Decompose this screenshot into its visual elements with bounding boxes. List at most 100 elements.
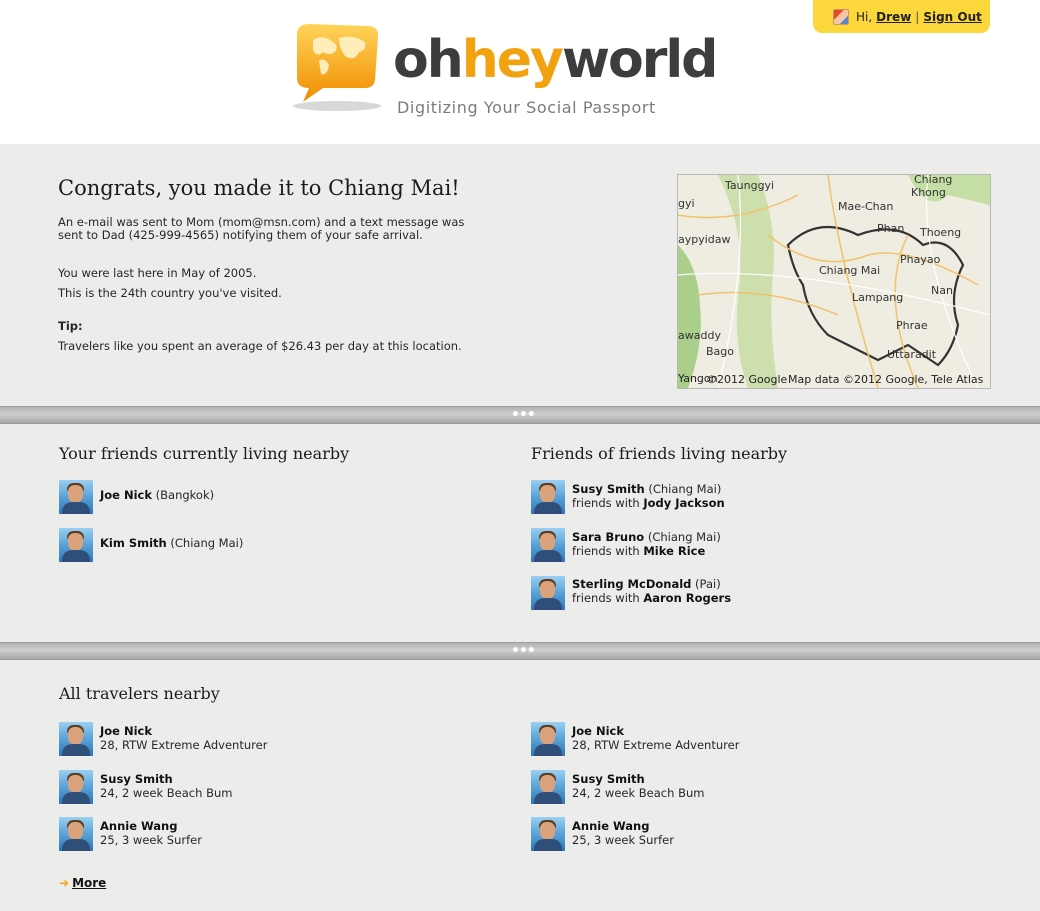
user-bar-separator: | [915,9,920,24]
friend-item[interactable]: Kim Smith (Chiang Mai) [59,528,459,562]
traveler-item[interactable]: Joe Nick 28, RTW Extreme Adventurer [59,722,459,756]
map-copyright: ©2012 Google [706,373,788,386]
map-label: Phan [877,222,905,235]
person-name[interactable]: Sara Bruno [572,530,644,544]
site-logo[interactable]: ohheyworld Digitizing Your Social Passpo… [289,22,718,122]
mutual-friend-name[interactable]: Mike Rice [643,544,705,558]
map-label: Bago [706,345,734,358]
person-name[interactable]: Susy Smith [572,482,645,496]
brand-hey: hey [461,30,564,90]
map-label: Chiang [914,174,953,186]
map-attribution[interactable]: Map data ©2012 Google, Tele Atlas [788,373,983,386]
divider-dots-icon: ••• [511,643,536,659]
traveler-item[interactable]: Joe Nick 28, RTW Extreme Adventurer [531,722,931,756]
all-travelers-title: All travelers nearby [59,684,220,703]
profile-link[interactable]: Drew [876,10,911,24]
location-map[interactable]: Taunggyi Chiang Khong Mae-Chan gyi aypyi… [677,174,991,389]
map-label: Chiang Mai [819,264,881,277]
greeting-text: Hi, [856,9,873,24]
avatar[interactable] [59,770,93,804]
traveler-item[interactable]: Annie Wang 25, 3 week Surfer [59,817,459,851]
site-header: ohheyworld Digitizing Your Social Passpo… [0,0,1040,144]
person-location: (Chiang Mai) [647,530,721,544]
brand-oh: oh [393,30,464,90]
avatar[interactable] [531,576,565,610]
tip-label: Tip: [58,319,83,333]
tip-text: Travelers like you spent an average of $… [58,339,462,353]
map-label: awaddy [678,329,721,342]
avatar[interactable] [531,722,565,756]
user-avatar-icon [833,8,849,25]
notification-message: An e-mail was sent to Mom (mom@msn.com) … [58,216,464,242]
traveler-name[interactable]: Joe Nick [572,724,624,738]
avatar[interactable] [59,817,93,851]
traveler-description: 25, 3 week Surfer [572,833,674,847]
arrival-title: Congrats, you made it to Chiang Mai! [58,176,460,200]
avatar[interactable] [531,817,565,851]
traveler-item[interactable]: Susy Smith 24, 2 week Beach Bum [59,770,459,804]
friends-section: Your friends currently living nearby Joe… [0,424,1040,642]
avatar[interactable] [531,770,565,804]
traveler-name[interactable]: Annie Wang [572,819,649,833]
traveler-description: 28, RTW Extreme Adventurer [572,738,740,752]
more-link[interactable]: More [72,876,106,890]
friends-of-friends-title: Friends of friends living nearby [531,444,788,463]
all-travelers-section: All travelers nearby Joe Nick 28, RTW Ext… [0,660,1040,911]
avatar[interactable] [59,722,93,756]
traveler-item[interactable]: Susy Smith 24, 2 week Beach Bum [531,770,931,804]
traveler-name[interactable]: Susy Smith [100,772,173,786]
traveler-description: 25, 3 week Surfer [100,833,202,847]
last-visit-text: You were last here in May of 2005. [58,266,257,280]
traveler-name[interactable]: Annie Wang [100,819,177,833]
arrow-right-icon: ➜ [59,876,70,890]
friend-item[interactable]: Joe Nick (Bangkok) [59,480,459,514]
traveler-description: 28, RTW Extreme Adventurer [100,738,268,752]
map-label: Uttaradit [887,348,937,361]
traveler-name[interactable]: Joe Nick [100,724,152,738]
globe-speech-bubble-icon [293,24,381,111]
friend-name[interactable]: Joe Nick [100,488,152,502]
notification-line: sent to Dad (425-999-4565) notifying the… [58,228,423,242]
country-count-text: This is the 24th country you've visited. [58,286,282,300]
traveler-name[interactable]: Susy Smith [572,772,645,786]
traveler-description: 24, 2 week Beach Bum [572,786,705,800]
map-label: Lampang [852,291,904,304]
map-label: Thoeng [920,226,962,239]
section-divider: ••• [0,642,1040,660]
map-label: Mae-Chan [838,200,894,213]
friend-location: (Chiang Mai) [170,536,244,550]
friend-of-friend-item[interactable]: Sterling McDonald (Pai) friends with Aar… [531,576,951,610]
divider-dots-icon: ••• [511,407,536,423]
map-label: gyi [678,197,695,210]
friend-name[interactable]: Kim Smith [100,536,167,550]
traveler-description: 24, 2 week Beach Bum [100,786,233,800]
friends-with-label: friends with [572,496,640,510]
person-name[interactable]: Sterling McDonald [572,577,691,591]
avatar[interactable] [59,480,93,514]
more-travelers: ➜ More [59,876,106,890]
section-divider: ••• [0,406,1040,424]
map-label: Khong [911,186,946,199]
person-location: (Chiang Mai) [648,482,722,496]
sign-out-link[interactable]: Sign Out [923,10,982,24]
avatar[interactable] [59,528,93,562]
brand-tagline: Digitizing Your Social Passport [397,98,656,117]
friends-with-label: friends with [572,544,640,558]
mutual-friend-name[interactable]: Aaron Rogers [643,591,731,605]
traveler-item[interactable]: Annie Wang 25, 3 week Surfer [531,817,931,851]
map-label: Phrae [896,319,928,332]
user-bar: Hi, Drew | Sign Out [813,0,990,33]
person-location: (Pai) [695,577,721,591]
friends-with-label: friends with [572,591,640,605]
mutual-friend-name[interactable]: Jody Jackson [643,496,724,510]
map-label: Taunggyi [725,179,775,192]
avatar[interactable] [531,528,565,562]
arrival-section: Congrats, you made it to Chiang Mai! An … [0,144,1040,406]
map-label: Nan [931,284,953,297]
brand-world: world [561,30,718,90]
friend-of-friend-item[interactable]: Sara Bruno (Chiang Mai) friends with Mik… [531,528,951,562]
map-label: aypyidaw [678,233,731,246]
map-label: Phayao [900,253,941,266]
avatar[interactable] [531,480,565,514]
friend-of-friend-item[interactable]: Susy Smith (Chiang Mai) friends with Jod… [531,480,951,514]
